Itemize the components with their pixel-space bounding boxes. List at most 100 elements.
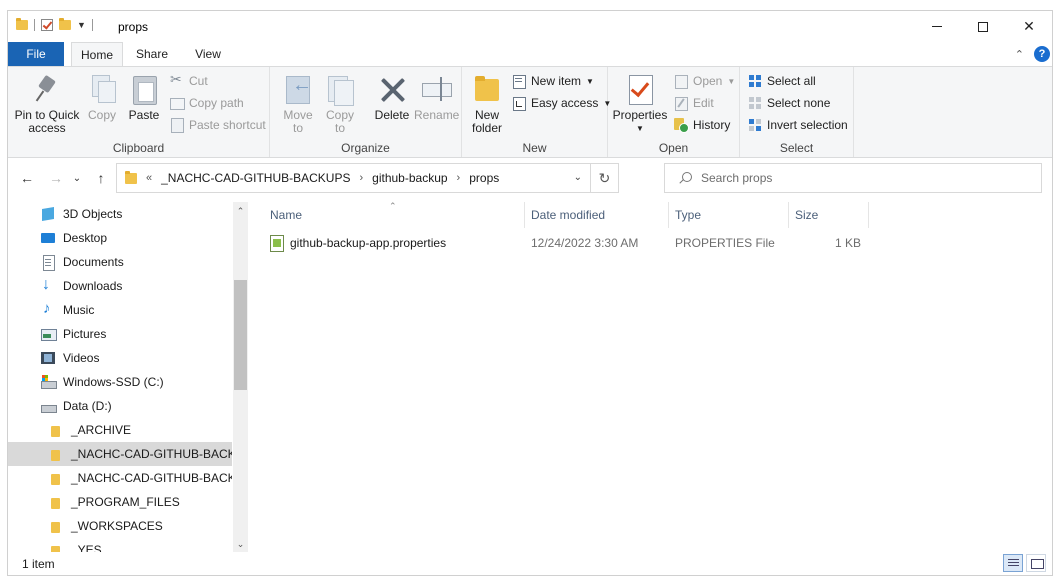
rename-icon — [420, 73, 452, 105]
easy-access-label: Easy access — [531, 96, 599, 110]
nav-item-videos[interactable]: Videos — [8, 346, 232, 370]
file-name: github-backup-app.properties — [290, 236, 447, 250]
forward-button[interactable]: → — [45, 167, 67, 189]
nav-item-documents[interactable]: Documents — [8, 250, 232, 274]
search-placeholder: Search props — [701, 171, 773, 185]
back-button[interactable]: ← — [16, 167, 38, 189]
nav-item-downloads[interactable]: Downloads — [8, 274, 232, 298]
nav-item-workspaces[interactable]: _WORKSPACES — [8, 514, 232, 538]
toolbar-divider — [91, 19, 93, 31]
column-header-size[interactable]: Size — [789, 202, 869, 228]
tab-home[interactable]: Home — [71, 42, 123, 67]
edit-button[interactable]: Edit — [674, 93, 714, 113]
scroll-down-icon[interactable]: ⌄ — [233, 537, 248, 552]
breadcrumb-segment[interactable]: github-backup — [372, 171, 447, 185]
customize-toolbar-dropdown-icon[interactable]: ▼ — [77, 20, 86, 30]
nav-item-data-d[interactable]: Data (D:) — [8, 394, 232, 418]
breadcrumb-segment[interactable]: props — [469, 171, 499, 185]
rename-label: Rename — [414, 108, 460, 122]
select-group-label: Select — [779, 141, 814, 155]
properties-quick-icon[interactable] — [41, 19, 53, 31]
history-button[interactable]: History — [674, 115, 730, 135]
collapse-ribbon-icon[interactable]: ⌃ — [1015, 48, 1024, 61]
quick-access-toolbar: ▼ — [16, 18, 93, 31]
title-bar: ▼ props ✕ — [8, 11, 1052, 42]
tab-file[interactable]: File — [8, 42, 64, 66]
delete-button[interactable]: Delete — [370, 73, 414, 122]
up-button[interactable]: ↑ — [90, 167, 112, 189]
close-button[interactable]: ✕ — [1006, 11, 1052, 42]
address-overflow[interactable]: « — [146, 172, 152, 184]
nav-item-nachc-backups-selected[interactable]: _NACHC-CAD-GITHUB-BACKUPS — [8, 442, 232, 466]
cut-button[interactable]: Cut — [170, 71, 208, 91]
minimize-button[interactable] — [914, 11, 960, 42]
column-header-type[interactable]: Type — [669, 202, 789, 228]
column-header-date-modified[interactable]: Date modified — [525, 202, 669, 228]
easy-access-button[interactable]: Easy access ▼ — [512, 93, 611, 113]
invert-selection-label: Invert selection — [767, 118, 848, 132]
organize-group: Move to Copy to Delete Rename Organize — [270, 67, 462, 157]
chevron-down-icon: ▼ — [727, 76, 736, 86]
new-folder-button[interactable]: New folder — [468, 73, 506, 135]
select-none-button[interactable]: Select none — [748, 93, 830, 113]
nav-item-program-files[interactable]: _PROGRAM_FILES — [8, 490, 232, 514]
large-icons-view-button[interactable] — [1026, 554, 1046, 572]
select-all-button[interactable]: Select all — [748, 71, 816, 91]
chevron-right-icon[interactable]: › — [457, 172, 461, 184]
nav-item-3d-objects[interactable]: 3D Objects — [8, 202, 232, 226]
search-box[interactable]: Search props — [664, 163, 1042, 193]
properties-button[interactable]: Properties ▼ — [612, 73, 668, 135]
copy-to-button[interactable]: Copy to — [320, 73, 360, 135]
address-history-dropdown-icon[interactable]: ⌄ — [574, 172, 582, 183]
organize-group-label: Organize — [341, 141, 390, 155]
refresh-icon: ↻ — [598, 169, 611, 186]
downloads-icon — [40, 276, 56, 294]
tab-share[interactable]: Share — [126, 42, 178, 66]
history-label: History — [693, 118, 731, 132]
breadcrumb-segment[interactable]: _NACHC-CAD-GITHUB-BACKUPS — [161, 171, 350, 185]
recent-locations-button[interactable]: ⌄ — [70, 167, 84, 189]
nav-pane-scrollbar[interactable]: ⌃ ⌄ — [233, 202, 248, 552]
move-to-button[interactable]: Move to — [278, 73, 318, 135]
copy-path-button[interactable]: Copy path — [170, 93, 244, 113]
open-button[interactable]: Open ▼ — [674, 71, 735, 91]
refresh-button[interactable]: ↻ — [590, 164, 618, 192]
details-view-button[interactable] — [1003, 554, 1023, 572]
new-folder-quick-icon[interactable] — [59, 18, 71, 30]
scrollbar-thumb[interactable] — [234, 280, 247, 390]
address-bar[interactable]: « _NACHC-CAD-GITHUB-BACKUPS › github-bac… — [116, 163, 619, 193]
rename-button[interactable]: Rename — [414, 73, 460, 122]
select-none-label: Select none — [767, 96, 831, 110]
nav-item-archive[interactable]: _ARCHIVE — [8, 418, 232, 442]
help-icon[interactable]: ? — [1034, 46, 1050, 62]
copy-to-icon — [324, 73, 356, 106]
column-header-label: Size — [795, 208, 819, 222]
column-header-name[interactable]: ⌃ Name — [249, 201, 525, 228]
nav-item-nachc-backups[interactable]: _NACHC-CAD-GITHUB-BACKUPS — [8, 466, 232, 490]
nav-item-yes[interactable]: _YES — [8, 538, 232, 552]
copy-button[interactable]: Copy — [84, 73, 120, 122]
nav-item-pictures[interactable]: Pictures — [8, 322, 232, 346]
invert-selection-button[interactable]: Invert selection — [748, 115, 848, 135]
select-group: Select all Select none Invert selection … — [740, 67, 854, 157]
nav-item-desktop[interactable]: Desktop — [8, 226, 232, 250]
paste-button[interactable]: Paste — [124, 73, 164, 122]
nav-item-label: Data (D:) — [63, 399, 112, 413]
tab-view[interactable]: View — [182, 42, 234, 66]
nav-item-label: _ARCHIVE — [71, 423, 132, 437]
view-switcher — [1003, 554, 1046, 572]
properties-icon — [624, 73, 656, 105]
chevron-right-icon[interactable]: › — [359, 172, 363, 184]
file-row[interactable]: github-backup-app.properties 12/24/2022 … — [249, 232, 869, 254]
new-item-button[interactable]: New item ▼ — [512, 71, 594, 91]
pin-to-quick-access-button[interactable]: Pin to Quick access — [14, 73, 80, 135]
scroll-up-icon[interactable]: ⌃ — [233, 204, 248, 219]
maximize-button[interactable] — [960, 11, 1006, 42]
arrow-right-icon: → — [49, 170, 63, 186]
select-all-icon — [748, 74, 762, 88]
paste-shortcut-label: Paste shortcut — [189, 118, 266, 132]
nav-item-music[interactable]: Music — [8, 298, 232, 322]
nav-item-windows-ssd[interactable]: Windows-SSD (C:) — [8, 370, 232, 394]
invert-selection-icon — [748, 118, 762, 132]
paste-shortcut-button[interactable]: Paste shortcut — [170, 115, 266, 135]
